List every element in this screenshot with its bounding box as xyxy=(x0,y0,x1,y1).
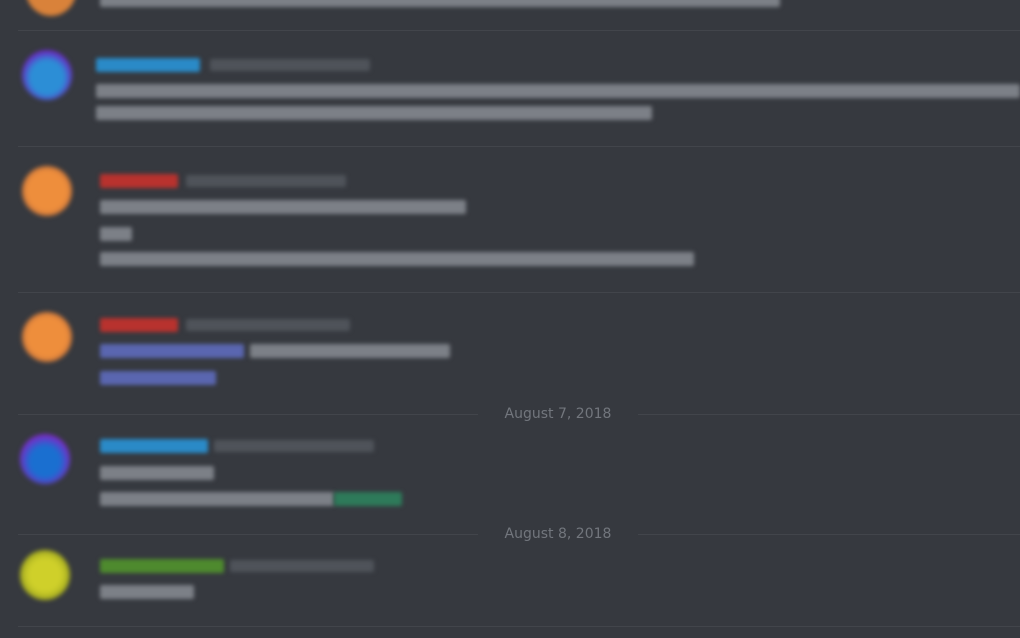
message-separator xyxy=(18,30,1020,31)
message-separator xyxy=(18,146,1020,147)
avatar[interactable] xyxy=(22,50,72,100)
divider-line xyxy=(18,534,478,535)
username[interactable] xyxy=(100,439,208,453)
message-text xyxy=(100,200,466,214)
date-divider-label: August 8, 2018 xyxy=(504,526,612,542)
username[interactable] xyxy=(100,318,178,332)
message-text xyxy=(250,344,450,358)
chat-message-area: August 7, 2018 August 8, 2018 xyxy=(0,0,1020,638)
date-divider: August 7, 2018 xyxy=(18,404,1020,424)
avatar[interactable] xyxy=(20,434,70,484)
username[interactable] xyxy=(100,174,178,188)
mention[interactable] xyxy=(100,371,216,385)
date-divider-label: August 7, 2018 xyxy=(504,406,612,422)
link[interactable] xyxy=(334,492,402,506)
divider-line xyxy=(638,414,1020,415)
message-text xyxy=(100,227,132,241)
divider-line xyxy=(638,534,1020,535)
mention[interactable] xyxy=(100,344,244,358)
message-text xyxy=(100,0,780,7)
timestamp xyxy=(186,175,346,187)
message-text xyxy=(100,492,334,506)
timestamp xyxy=(186,319,350,331)
timestamp xyxy=(214,440,374,452)
message-separator xyxy=(18,626,1020,627)
date-divider: August 8, 2018 xyxy=(18,524,1020,544)
message-text xyxy=(96,84,1020,98)
avatar[interactable] xyxy=(22,312,72,362)
avatar[interactable] xyxy=(20,550,70,600)
message-text xyxy=(96,106,652,120)
message-text xyxy=(100,252,694,266)
timestamp xyxy=(230,560,374,572)
message-text xyxy=(100,466,214,480)
message-separator xyxy=(18,292,1020,293)
username[interactable] xyxy=(96,58,200,72)
message-text xyxy=(100,585,194,599)
username[interactable] xyxy=(100,559,224,573)
avatar[interactable] xyxy=(22,166,72,216)
divider-line xyxy=(18,414,478,415)
timestamp xyxy=(210,59,370,71)
avatar[interactable] xyxy=(26,0,76,16)
